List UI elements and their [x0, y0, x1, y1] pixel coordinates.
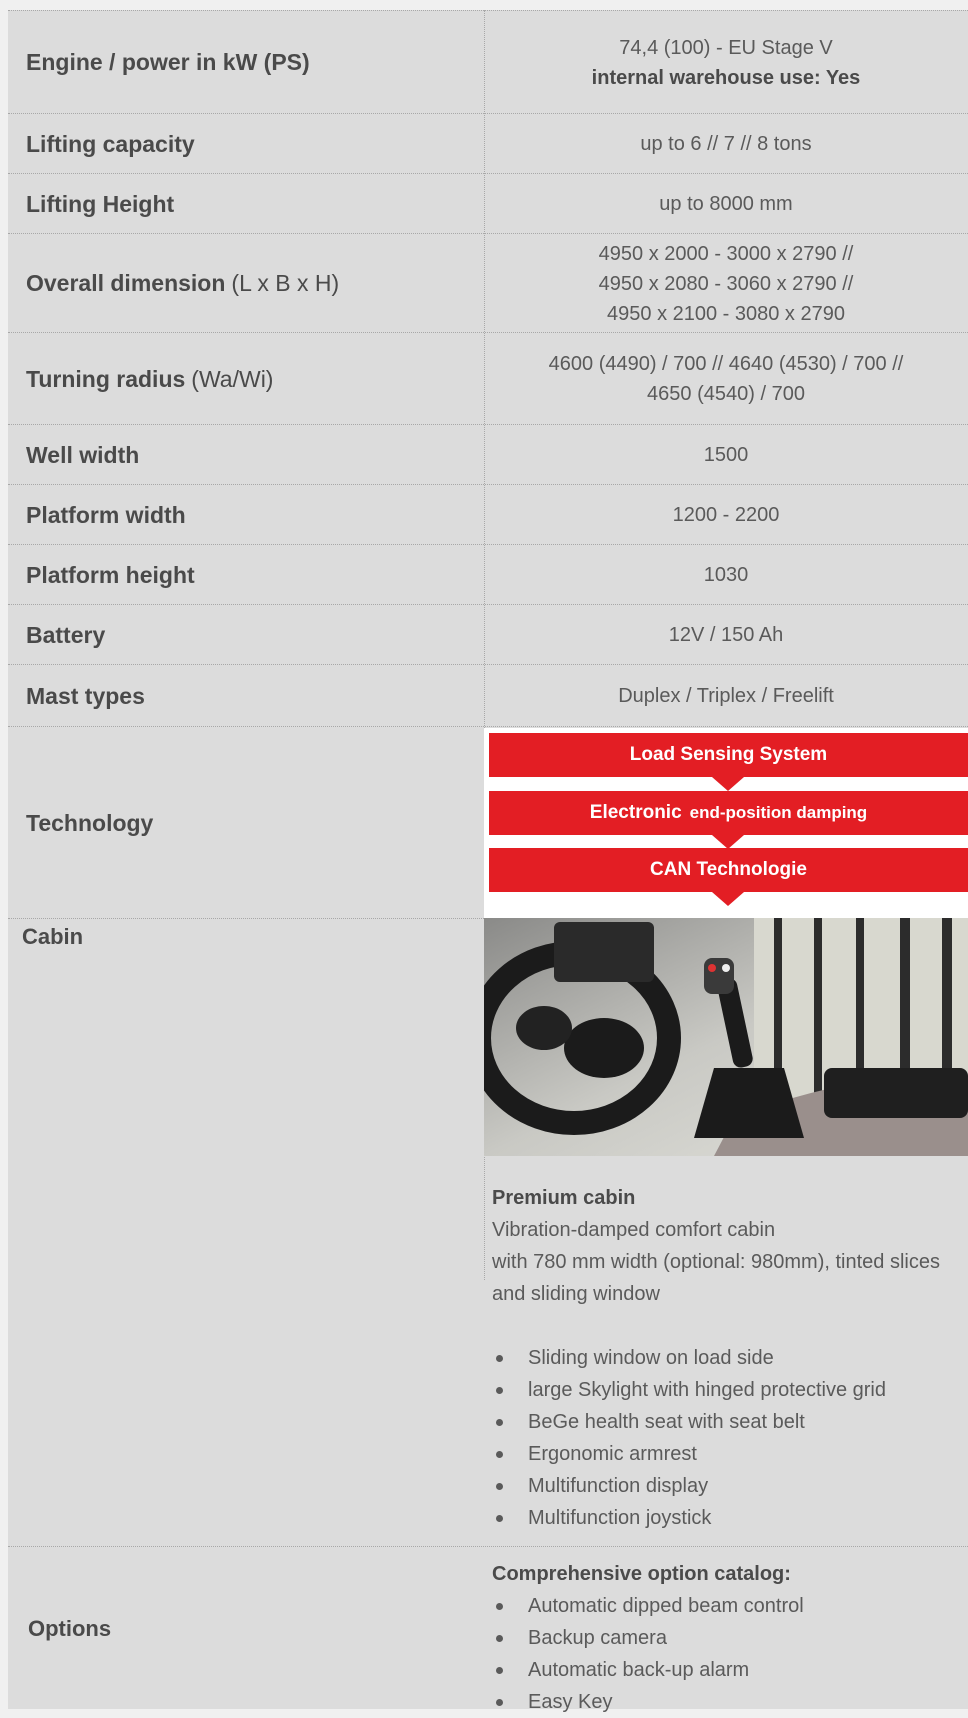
down-arrow-icon	[712, 892, 744, 906]
tech-bar-load-sensing: Load Sensing System	[489, 733, 968, 777]
options-heading: Comprehensive option catalog:	[492, 1563, 791, 1585]
spec-label-well-width: Well width	[26, 441, 140, 468]
spec-row-lifting-height: Lifting Height up to 8000 mm	[8, 173, 968, 234]
options-list: Automatic dipped beam control Backup cam…	[492, 1590, 968, 1718]
list-item: Sliding window on load side	[492, 1342, 968, 1374]
cabin-feature-list: Sliding window on load side large Skylig…	[492, 1342, 968, 1534]
spec-value-well-width: 1500	[703, 444, 749, 466]
technology-diagram: Load Sensing System Electronic end-positi…	[484, 728, 968, 918]
list-item: Multifunction display	[492, 1470, 968, 1502]
spec-label-lifting-capacity: Lifting capacity	[26, 130, 195, 157]
cabin-description-line: with 780 mm width (optional: 980mm), tin…	[492, 1251, 940, 1273]
spec-value-overall-dimension: 4950 x 2000 - 3000 x 2790 // 4950 x 2080…	[598, 242, 854, 325]
down-arrow-icon	[712, 835, 744, 849]
spec-label-overall-dimension: Overall dimension (L x B x H)	[26, 270, 340, 296]
spec-row-turning-radius: Turning radius (Wa/Wi) 4600 (4490) / 700 …	[8, 332, 968, 425]
spec-value-mast-types: Duplex / Triplex / Freelift	[618, 685, 834, 707]
cabin-description-line: Vibration-damped comfort cabin	[492, 1219, 776, 1241]
spec-row-battery: Battery 12V / 150 Ah	[8, 604, 968, 665]
spec-label-battery: Battery	[26, 621, 106, 648]
cabin-heading: Premium cabin	[492, 1187, 636, 1209]
spec-row-lifting-capacity: Lifting capacity up to 6 // 7 // 8 tons	[8, 113, 968, 174]
spec-row-well-width: Well width 1500	[8, 424, 968, 485]
spec-value-lifting-capacity: up to 6 // 7 // 8 tons	[640, 133, 812, 155]
down-arrow-icon	[712, 777, 744, 791]
list-item: Backup camera	[492, 1622, 968, 1654]
spec-value-turning-radius: 4600 (4490) / 700 // 4640 (4530) / 700 /…	[548, 353, 904, 405]
spec-label-turning-radius: Turning radius (Wa/Wi)	[26, 365, 274, 392]
spec-label-lifting-height: Lifting Height	[26, 190, 175, 217]
spec-value-platform-width: 1200 - 2200	[672, 504, 780, 526]
spec-value-engine: 74,4 (100) - EU Stage V internal warehou…	[591, 36, 861, 89]
spec-label-cabin: Cabin	[22, 924, 84, 949]
spec-row-engine: Engine / power in kW (PS) 74,4 (100) - E…	[8, 10, 968, 114]
list-item: Multifunction joystick	[492, 1502, 968, 1534]
list-item: BeGe health seat with seat belt	[492, 1406, 968, 1438]
spec-row-platform-height: Platform height 1030	[8, 544, 968, 605]
spec-label-platform-height: Platform height	[26, 561, 195, 588]
spec-sheet: Engine / power in kW (PS) 74,4 (100) - E…	[8, 10, 968, 1713]
spec-row-mast-types: Mast types Duplex / Triplex / Freelift	[8, 664, 968, 727]
list-item: Ergonomic armrest	[492, 1438, 968, 1470]
spec-value-lifting-height: up to 8000 mm	[659, 193, 793, 215]
cabin-interior-image	[484, 918, 968, 1156]
list-item: large Skylight with hinged protective gr…	[492, 1374, 968, 1406]
spec-label-mast-types: Mast types	[26, 682, 145, 709]
spec-label-engine: Engine / power in kW (PS)	[26, 49, 310, 75]
cabin-description-line: and sliding window	[492, 1283, 660, 1305]
cabin-description: Premium cabin Vibration-damped comfort c…	[492, 1182, 968, 1534]
spec-label-technology: Technology	[26, 809, 154, 836]
spec-label-options: Options	[28, 1615, 112, 1641]
spec-row-platform-width: Platform width 1200 - 2200	[8, 484, 968, 545]
tech-bar-can: CAN Technologie	[489, 848, 968, 892]
spec-value-battery: 12V / 150 Ah	[668, 624, 784, 646]
tech-bar-end-position-damping: Electronic end-position damping	[489, 791, 968, 835]
spec-value-platform-height: 1030	[703, 564, 749, 586]
options-description: Comprehensive option catalog: Automatic …	[492, 1558, 968, 1718]
list-item: Automatic back-up alarm	[492, 1654, 968, 1686]
spec-row-overall-dimension: Overall dimension (L x B x H) 4950 x 2000…	[8, 233, 968, 333]
cabin-photo	[484, 918, 968, 1156]
spec-label-platform-width: Platform width	[26, 501, 186, 528]
list-item: Automatic dipped beam control	[492, 1590, 968, 1622]
list-item: Easy Key	[492, 1686, 968, 1718]
